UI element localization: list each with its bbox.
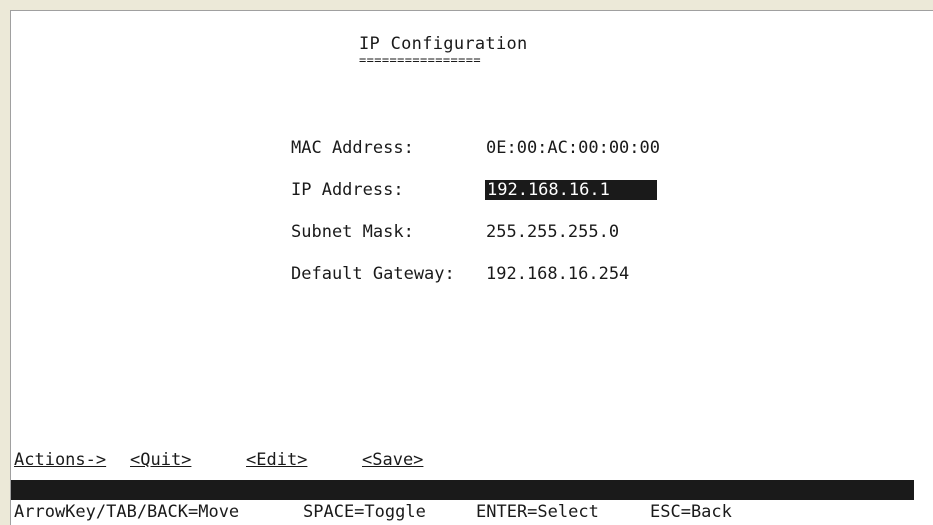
mac-address-value: 0E:00:AC:00:00:00	[486, 138, 660, 158]
subnet-mask-label: Subnet Mask:	[291, 222, 414, 242]
page-title: IP Configuration	[359, 34, 528, 54]
default-gateway-field[interactable]: 192.168.16.254	[486, 264, 629, 284]
save-action[interactable]: <Save>	[362, 450, 423, 470]
window-frame-top	[0, 0, 933, 10]
default-gateway-label: Default Gateway:	[291, 264, 455, 284]
terminal-screen	[11, 11, 933, 525]
status-bar	[11, 480, 914, 500]
ip-address-label: IP Address:	[291, 180, 404, 200]
page-title-underline: ================	[359, 53, 481, 67]
help-back: ESC=Back	[650, 502, 732, 522]
actions-label: Actions->	[14, 450, 107, 470]
quit-action[interactable]: <Quit>	[130, 450, 191, 470]
subnet-mask-field[interactable]: 255.255.255.0	[486, 222, 619, 242]
help-toggle: SPACE=Toggle	[303, 502, 426, 522]
mac-address-label: MAC Address:	[291, 138, 414, 158]
window-frame-left	[0, 0, 10, 525]
help-select: ENTER=Select	[476, 502, 599, 522]
help-move: ArrowKey/TAB/BACK=Move	[14, 502, 240, 522]
ip-address-field[interactable]: 192.168.16.1	[485, 180, 657, 200]
edit-action[interactable]: <Edit>	[246, 450, 307, 470]
